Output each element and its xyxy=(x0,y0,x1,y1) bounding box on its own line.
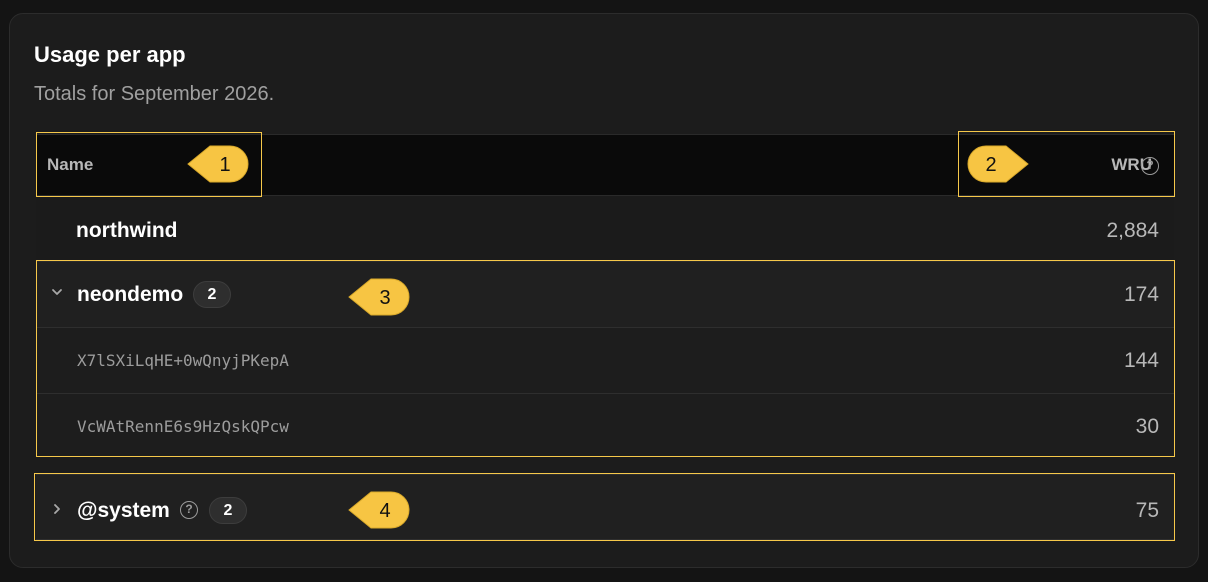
svg-text:2: 2 xyxy=(985,154,996,176)
card-title: Usage per app xyxy=(34,42,186,67)
app-name-northwind: northwind xyxy=(76,219,178,242)
callout-marker-2: 2 xyxy=(967,145,1029,183)
svg-text:3: 3 xyxy=(379,287,390,309)
callout-marker-1: 1 xyxy=(187,145,249,183)
table-row-northwind[interactable] xyxy=(36,196,1174,262)
callout-marker-3: 3 xyxy=(348,278,410,316)
wru-value-northwind: 2,884 xyxy=(1106,219,1159,242)
callout-marker-4: 4 xyxy=(348,491,410,529)
highlight-box-system-row xyxy=(34,473,1175,541)
highlight-box-neondemo-group xyxy=(36,260,1175,457)
svg-text:1: 1 xyxy=(219,154,230,176)
card-subtitle: Totals for September 2026. xyxy=(34,83,275,105)
svg-text:4: 4 xyxy=(379,500,390,522)
